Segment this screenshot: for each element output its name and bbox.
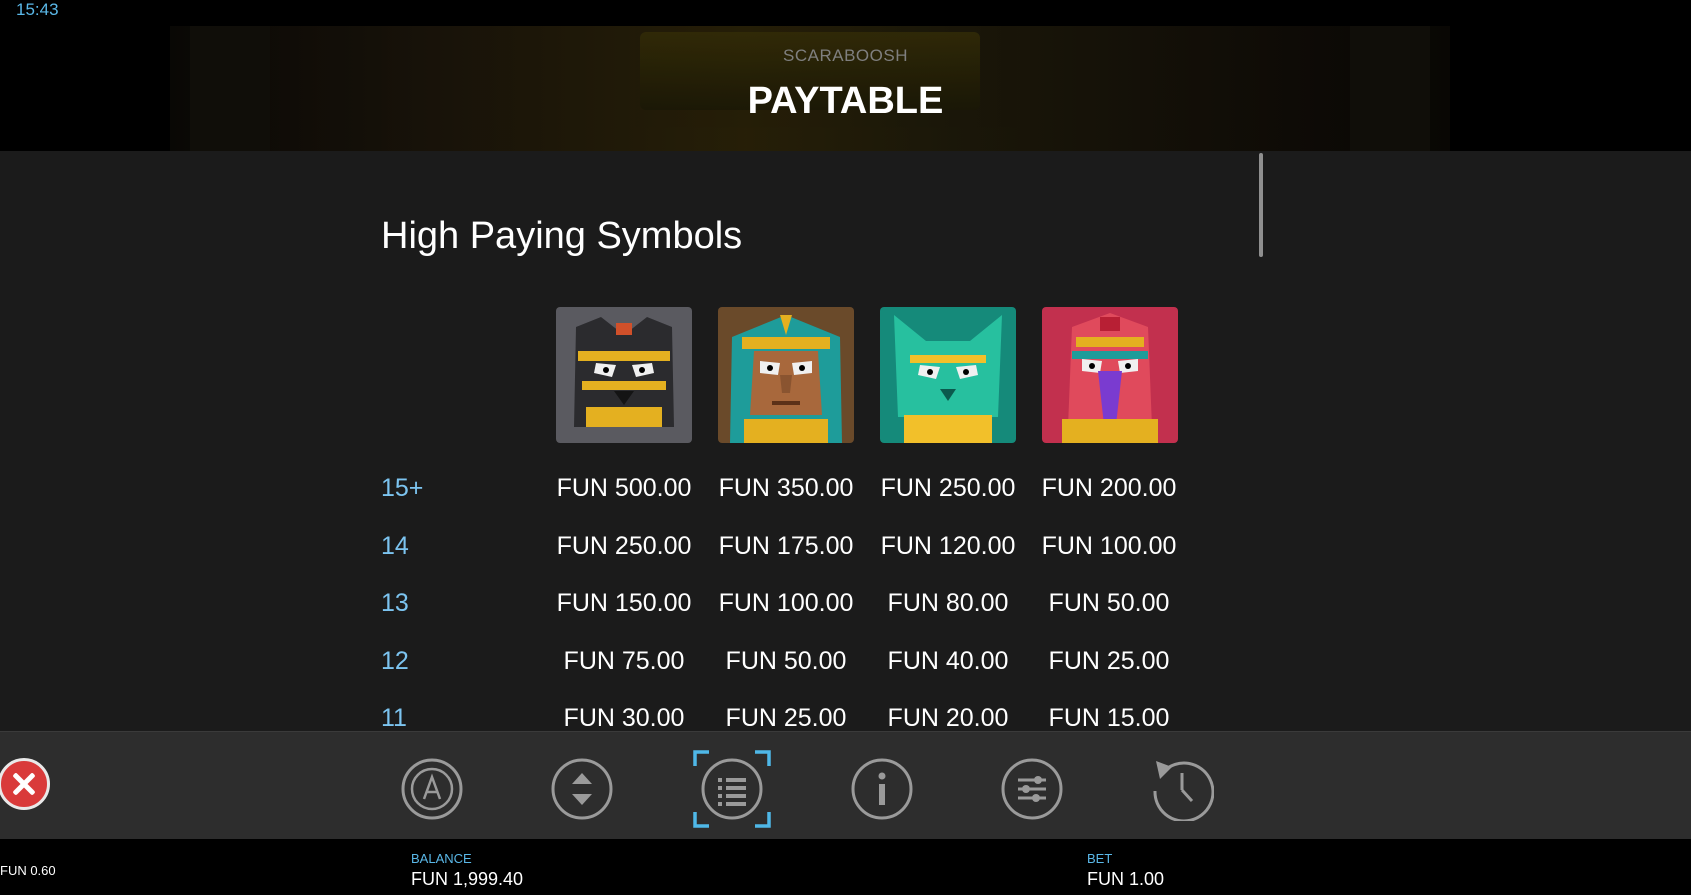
- bet-label: BET: [1087, 851, 1113, 866]
- payout-value: FUN 20.00: [887, 704, 1009, 731]
- paytable-content[interactable]: High Paying Symbols 15+ FUN 500.00 FUN 3…: [0, 151, 1691, 731]
- payout-value: FUN 80.00: [887, 589, 1009, 617]
- payout-value: FUN 120.00: [880, 532, 1016, 560]
- symbol-count: 13: [381, 589, 409, 617]
- bet-value: FUN 1.00: [1087, 869, 1165, 889]
- payout-value: FUN 50.00: [1048, 589, 1170, 617]
- bottom-toolbar: [0, 731, 1691, 840]
- balance-value: FUN 1,999.40: [411, 869, 524, 889]
- green-cat-mask-icon: [880, 307, 1016, 443]
- status-time: 15:43: [16, 0, 59, 19]
- scrollbar-thumb[interactable]: [1259, 153, 1263, 257]
- section-title: High Paying Symbols: [381, 215, 743, 257]
- symbol-count: 12: [381, 647, 409, 675]
- symbol-count: 14: [381, 532, 409, 560]
- paytable-button[interactable]: [691, 748, 773, 830]
- payout-value: FUN 50.00: [725, 647, 847, 675]
- payout-value: FUN 150.00: [556, 589, 692, 617]
- paytable-row: 14 FUN 250.00 FUN 175.00 FUN 120.00 FUN …: [0, 532, 1691, 572]
- payout-value: FUN 250.00: [880, 474, 1016, 502]
- last-win-value: FUN 0.60: [0, 863, 56, 878]
- symbol-count: 15+: [381, 474, 424, 502]
- payout-value: FUN 30.00: [563, 704, 685, 731]
- paytable-row: 13 FUN 150.00 FUN 100.00 FUN 80.00 FUN 5…: [0, 589, 1691, 629]
- payout-value: FUN 250.00: [556, 532, 692, 560]
- autoplay-icon: [401, 758, 463, 820]
- footer-bar: FUN 0.60 BALANCE FUN 1,999.40 BET FUN 1.…: [0, 839, 1691, 895]
- bet-adjust-button[interactable]: [550, 757, 614, 821]
- paytable-row: 15+ FUN 500.00 FUN 350.00 FUN 250.00 FUN…: [0, 474, 1691, 514]
- payout-value: FUN 100.00: [1041, 532, 1177, 560]
- payout-value: FUN 15.00: [1048, 704, 1170, 731]
- paytable-row: 11 FUN 30.00 FUN 25.00 FUN 20.00 FUN 15.…: [0, 704, 1691, 731]
- payout-value: FUN 40.00: [887, 647, 1009, 675]
- balance-label: BALANCE: [411, 851, 472, 866]
- bet-adjust-icon: [551, 758, 613, 820]
- page-title: PAYTABLE: [747, 80, 944, 122]
- close-button[interactable]: [0, 758, 50, 810]
- bird-mask-icon: [1042, 307, 1178, 443]
- black-cat-mask-icon: [556, 307, 692, 443]
- symbol-count: 11: [381, 704, 407, 731]
- paytable-row: 12 FUN 75.00 FUN 50.00 FUN 40.00 FUN 25.…: [0, 647, 1691, 687]
- settings-icon: [1001, 758, 1063, 820]
- payout-value: FUN 25.00: [725, 704, 847, 731]
- payout-value: FUN 500.00: [556, 474, 692, 502]
- paytable-icon: [693, 750, 771, 828]
- payout-value: FUN 100.00: [718, 589, 854, 617]
- pharaoh-mask-icon: [718, 307, 854, 443]
- payout-value: FUN 350.00: [718, 474, 854, 502]
- info-icon: [851, 758, 913, 820]
- settings-button[interactable]: [1000, 757, 1064, 821]
- history-button[interactable]: [1150, 757, 1214, 821]
- autoplay-button[interactable]: [400, 757, 464, 821]
- game-name: SCARABOOSH: [783, 46, 908, 65]
- history-icon: [1153, 761, 1214, 821]
- paytable-header: SCARABOOSH PAYTABLE: [0, 26, 1691, 151]
- payout-value: FUN 75.00: [563, 647, 685, 675]
- payout-value: FUN 25.00: [1048, 647, 1170, 675]
- payout-value: FUN 200.00: [1041, 474, 1177, 502]
- payout-value: FUN 175.00: [718, 532, 854, 560]
- info-button[interactable]: [850, 757, 914, 821]
